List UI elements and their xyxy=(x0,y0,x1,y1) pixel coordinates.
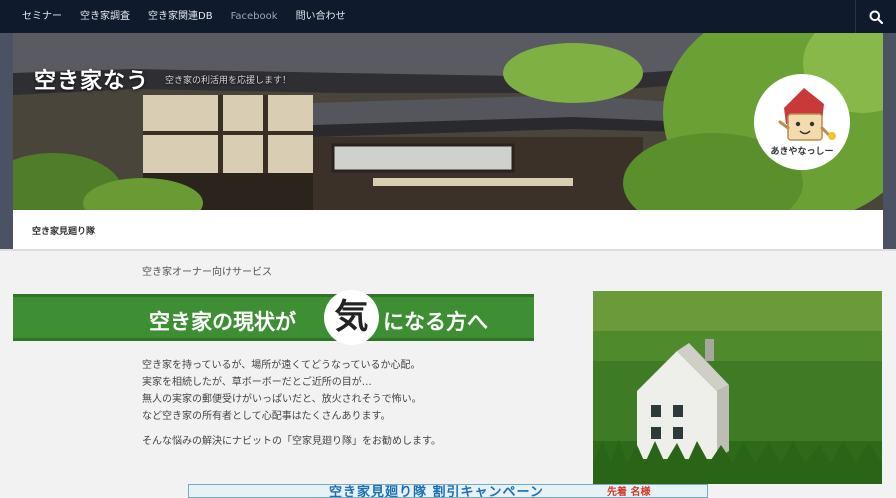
service-category-label: 空き家オーナー向けサービス xyxy=(142,267,272,278)
house-on-grass-photo xyxy=(593,291,882,484)
nav-item-facebook[interactable]: Facebook xyxy=(222,0,287,33)
nav-item-survey[interactable]: 空き家調査 xyxy=(71,0,139,33)
search-icon xyxy=(869,10,883,24)
search-button[interactable] xyxy=(855,0,896,33)
site-title[interactable]: 空き家なう xyxy=(34,63,149,95)
concern-line: など空き家の所有者として心配事はたくさんあります。 xyxy=(142,411,391,422)
banner-text-before: 空き家の現状が xyxy=(149,310,296,334)
nav-item-database[interactable]: 空き家関連DB xyxy=(139,0,222,33)
banner-circle-char: 気 xyxy=(324,290,379,345)
banner-text-after: になる方へ xyxy=(383,310,488,334)
breadcrumb: 空き家見廻り隊 xyxy=(32,227,96,237)
concern-line: 無人の実家の郵便受けがいっぱいだと、放火されそうで怖い。 xyxy=(142,394,422,405)
breadcrumb-bar: 空き家見廻り隊 xyxy=(13,210,883,250)
top-nav: セミナー 空き家調査 空き家関連DB Facebook 問い合わせ xyxy=(0,0,896,33)
frame-right xyxy=(883,33,896,250)
nav-item-seminar[interactable]: セミナー xyxy=(0,0,71,33)
concern-line: 実家を相続したが、草ボーボーだとご近所の目が… xyxy=(142,377,372,388)
campaign-badge: 先着 名様 xyxy=(607,487,651,498)
campaign-title: 空き家見廻り隊 割引キャンペーン xyxy=(329,485,544,498)
header-hero-image: 空き家なう 空き家の利活用を応援します！ あきやなっしー xyxy=(13,33,883,210)
site-tagline: 空き家の利活用を応援します！ xyxy=(165,76,292,86)
concern-line: 空き家を持っているが、場所が遠くてどうなっているか心配。 xyxy=(142,360,421,371)
house-photo xyxy=(13,33,883,210)
concern-banner: 空き家の現状が 気 になる方へ xyxy=(13,290,534,345)
mascot-logo[interactable]: あきやなっしー xyxy=(754,74,850,170)
campaign-banner[interactable]: 空き家見廻り隊 割引キャンペーン 先着 名様 xyxy=(188,484,708,498)
concerns-paragraph: 空き家を持っているが、場所が遠くてどうなっているか心配。 実家を相続したが、草ボ… xyxy=(142,357,422,425)
main-content: 空き家オーナー向けサービス 空き家の現状が 気 になる方へ 空き家を持っているが… xyxy=(0,251,896,498)
house-model-image xyxy=(593,291,882,484)
frame-left xyxy=(0,33,13,250)
recommendation-text: そんな悩みの解決にナビットの「空家見廻り隊」をお勧めします。 xyxy=(142,436,441,447)
nav-item-contact[interactable]: 問い合わせ xyxy=(287,0,355,33)
mascot-label: あきやなっしー xyxy=(770,147,834,157)
